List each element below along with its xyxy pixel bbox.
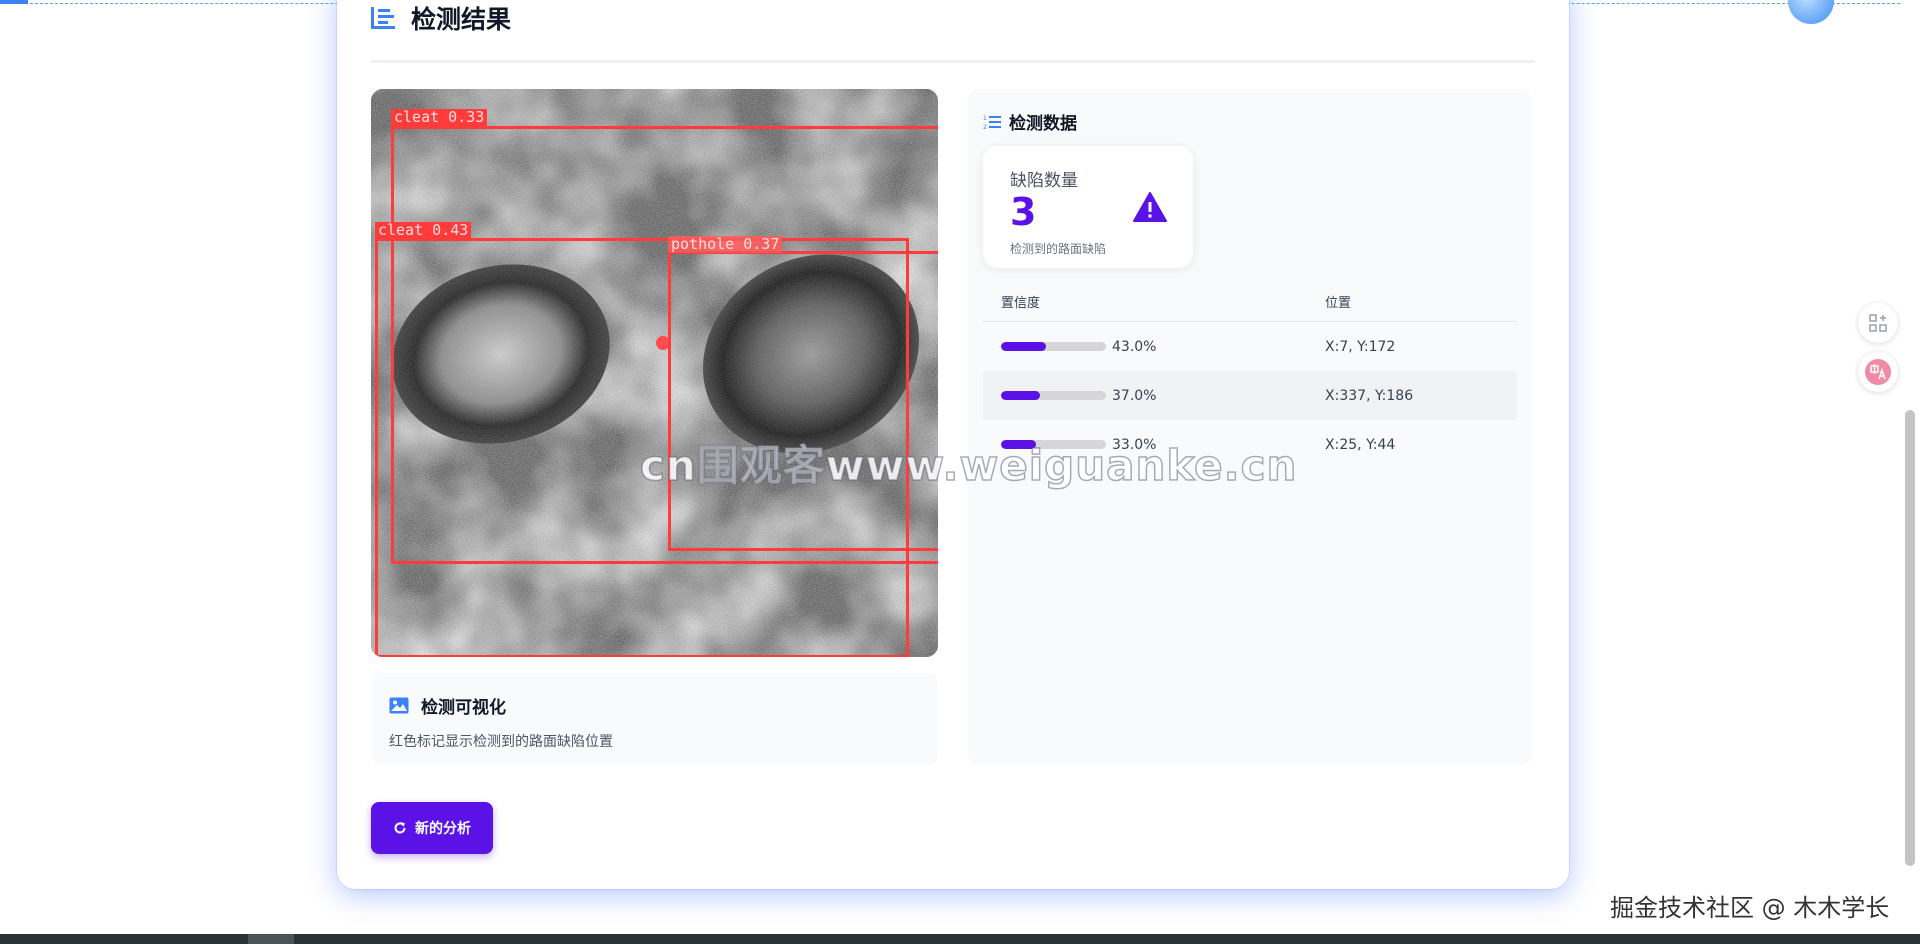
divider: [371, 60, 1535, 63]
confidence-header: 置信度: [983, 281, 1308, 322]
confidence-cell: 43.0%: [983, 322, 1307, 372]
confidence-bar-fill: [1001, 342, 1047, 351]
detection-image: cleat 0.33 cleat 0.43 pothole 0.37: [371, 89, 938, 657]
detection-box-pothole-037: [668, 251, 938, 551]
image-icon: [389, 697, 409, 714]
ordered-list-icon: 1 2: [983, 115, 1001, 130]
data-header: 1 2 检测数据: [983, 109, 1077, 134]
data-title: 检测数据: [1009, 114, 1077, 134]
table-row: 37.0% X:337, Y:186: [983, 371, 1517, 420]
confidence-bar: [1001, 391, 1106, 400]
refresh-icon: [394, 822, 406, 834]
confidence-bar: [1001, 342, 1106, 351]
scrollbar-thumb[interactable]: [1905, 410, 1915, 866]
visualization-card: 检测可视化 红色标记显示检测到的路面缺陷位置: [371, 673, 938, 765]
position-cell: X:25, Y:44: [1325, 436, 1396, 453]
top-left-accent: [0, 0, 28, 4]
new-analysis-label: 新的分析: [415, 821, 471, 837]
translate-icon: [1865, 359, 1891, 385]
confidence-value: 37.0%: [1112, 387, 1157, 404]
defect-count-label: 缺陷数量: [1010, 171, 1078, 191]
confidence-cell: 37.0%: [983, 371, 1308, 420]
page-title: 检测结果: [411, 5, 512, 34]
position-cell: X:7, Y:172: [1325, 338, 1396, 355]
detection-label: pothole 0.37: [668, 236, 783, 253]
table-header-row: 置信度 位置: [983, 281, 1517, 322]
detection-data-panel: 1 2 检测数据 缺陷数量 3 检测到的路面缺陷 置信度 位置 43.0% X:…: [967, 89, 1533, 765]
taskbar-strip: [0, 934, 1920, 944]
confidence-bar-fill: [1001, 391, 1040, 400]
translate-float-button[interactable]: [1858, 352, 1898, 392]
warning-icon: [1133, 192, 1167, 222]
svg-text:1: 1: [983, 115, 987, 122]
visualization-title: 检测可视化: [421, 698, 506, 718]
confidence-value: 43.0%: [1112, 338, 1157, 355]
position-header: 位置: [1307, 281, 1517, 322]
watermark: cn围观客www.weiguanke.cn: [639, 440, 1298, 491]
avatar[interactable]: [1788, 0, 1834, 24]
detection-label: cleat 0.43: [375, 222, 472, 239]
defect-count-value: 3: [1010, 190, 1037, 234]
footer-attribution: 掘金技术社区 @ 木木学长: [1610, 894, 1890, 922]
table-row: 43.0% X:7, Y:172: [983, 322, 1517, 372]
svg-text:2: 2: [983, 124, 987, 130]
visualization-description: 红色标记显示检测到的路面缺陷位置: [389, 734, 613, 750]
defect-count-subtitle: 检测到的路面缺陷: [1010, 242, 1107, 256]
new-analysis-button[interactable]: 新的分析: [371, 802, 493, 854]
section-header: 检测结果: [369, 0, 511, 36]
visualization-header: 检测可视化: [389, 693, 506, 718]
detection-label: cleat 0.33: [391, 109, 488, 126]
position-cell: X:337, Y:186: [1307, 371, 1517, 420]
chart-list-icon: [371, 7, 395, 29]
defect-count-card: 缺陷数量 3 检测到的路面缺陷: [983, 146, 1193, 268]
apps-float-button[interactable]: [1858, 303, 1898, 343]
apps-grid-icon: [1869, 314, 1887, 332]
